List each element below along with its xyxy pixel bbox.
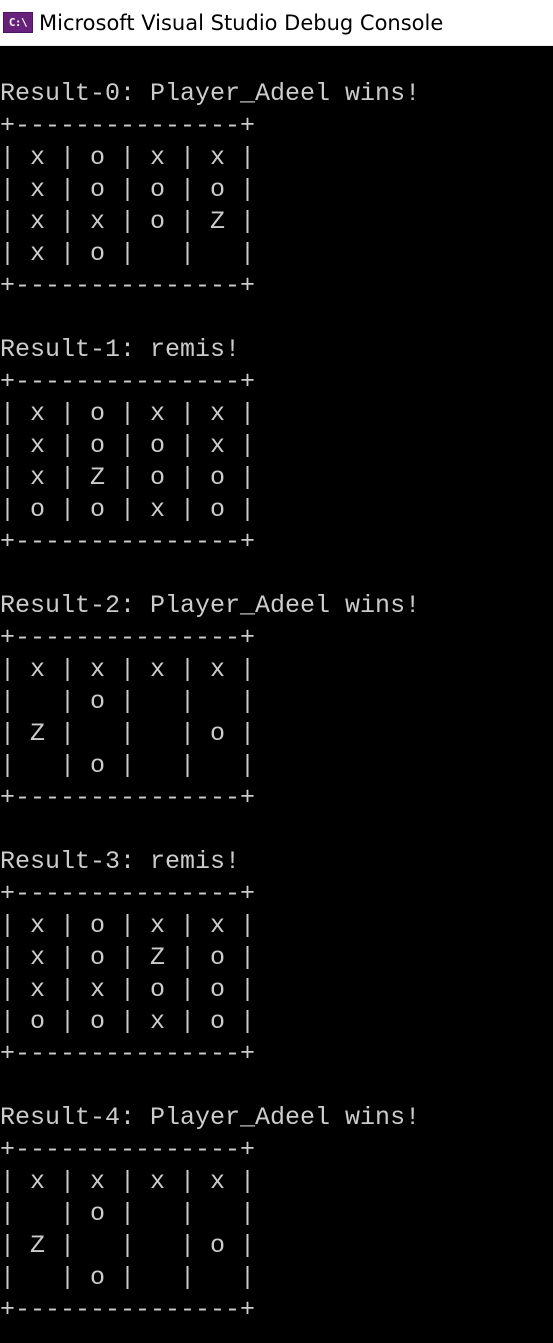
console-line: Result-2: Player_Adeel wins!: [0, 591, 421, 620]
console-line: Result-1: remis!: [0, 335, 241, 364]
console-line: | x | o | Z | o |: [0, 943, 256, 972]
console-line: | x | o | x | x |: [0, 143, 256, 172]
console-line: +---------------+: [0, 271, 256, 300]
console-line: +---------------+: [0, 1039, 256, 1068]
console-line: | x | o | x | x |: [0, 399, 256, 428]
console-output[interactable]: Result-0: Player_Adeel wins! +-----------…: [0, 46, 553, 1343]
console-line: +---------------+: [0, 111, 256, 140]
console-line: | | o | | |: [0, 1199, 256, 1228]
debug-console-window: C:\ Microsoft Visual Studio Debug Consol…: [0, 0, 553, 1343]
console-line: | x | o | o | x |: [0, 431, 256, 460]
console-line: Result-4: Player_Adeel wins!: [0, 1103, 421, 1132]
console-line: | x | x | o | Z |: [0, 207, 256, 236]
window-title: Microsoft Visual Studio Debug Console: [39, 10, 444, 35]
console-line: | x | o | | |: [0, 239, 256, 268]
console-line: +---------------+: [0, 1295, 256, 1324]
console-line: | Z | | | o |: [0, 1231, 256, 1260]
console-line: | | o | | |: [0, 751, 256, 780]
console-line: +---------------+: [0, 879, 256, 908]
console-line: | x | Z | o | o |: [0, 463, 256, 492]
console-line: | | o | | |: [0, 1263, 256, 1292]
console-line: +---------------+: [0, 1135, 256, 1164]
console-line: | o | o | x | o |: [0, 1007, 256, 1036]
console-line: | x | o | x | x |: [0, 911, 256, 940]
title-bar[interactable]: C:\ Microsoft Visual Studio Debug Consol…: [0, 0, 553, 46]
console-line: | x | o | o | o |: [0, 175, 256, 204]
console-line: +---------------+: [0, 783, 256, 812]
console-line: +---------------+: [0, 367, 256, 396]
console-line: | x | x | x | x |: [0, 1167, 256, 1196]
console-line: | Z | | | o |: [0, 719, 256, 748]
console-line: | x | x | x | x |: [0, 655, 256, 684]
console-line: | | o | | |: [0, 687, 256, 716]
vs-console-icon: C:\: [3, 12, 33, 33]
console-line: | x | x | o | o |: [0, 975, 256, 1004]
console-line: Result-3: remis!: [0, 847, 241, 876]
console-line: Result-0: Player_Adeel wins!: [0, 79, 421, 108]
console-line: | o | o | x | o |: [0, 495, 256, 524]
console-line: +---------------+: [0, 527, 256, 556]
console-line: +---------------+: [0, 623, 256, 652]
